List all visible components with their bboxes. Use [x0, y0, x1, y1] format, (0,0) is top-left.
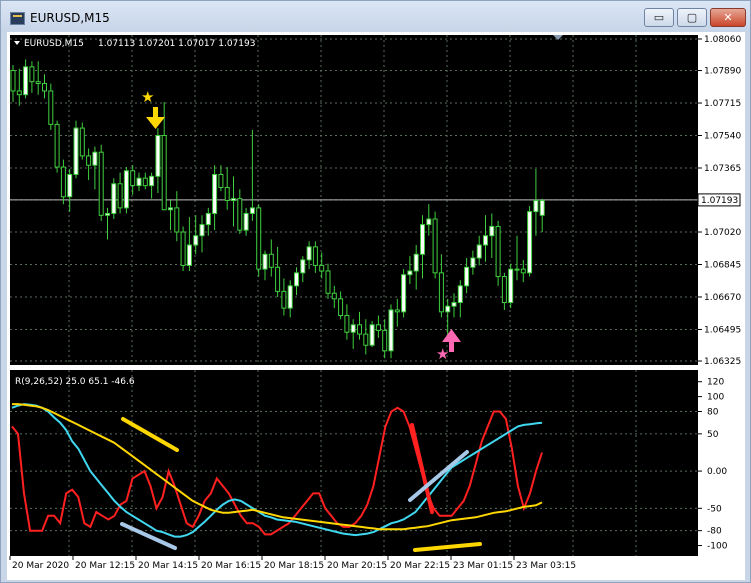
price-tick-label-9: 1.06495	[704, 325, 741, 335]
price-tick-label-4: 1.07365	[704, 164, 741, 174]
candle[interactable]	[508, 263, 514, 309]
candle[interactable]	[369, 321, 375, 348]
price-tick-label-3: 1.07540	[704, 132, 741, 142]
ind-tick-label-5: -50	[707, 504, 722, 514]
window-title: EURUSD,M15	[30, 11, 110, 25]
chart-window: EURUSD,M15 ▭ ▢ ✕ ★ ★ EURUSD,M15 1.07113 …	[0, 0, 751, 583]
ind-tick-label-3: 50	[707, 430, 719, 440]
ind-tick-label-6: -80	[707, 527, 722, 537]
maximize-icon: ▢	[686, 11, 698, 24]
time-tick-label-8: 23 Mar 03:15	[516, 561, 576, 571]
time-tick-label-7: 23 Mar 01:15	[453, 561, 513, 571]
ind-tick-label-2: 80	[707, 408, 719, 418]
price-tick-label-1: 1.07890	[704, 67, 741, 77]
close-icon: ✕	[723, 11, 733, 24]
price-panel-header: EURUSD,M15 1.07113 1.07201 1.07017 1.071…	[14, 39, 255, 49]
candle[interactable]	[123, 167, 129, 214]
star-icon: ★	[141, 88, 154, 106]
price-tick-label-0: 1.08060	[704, 35, 741, 45]
candle[interactable]	[388, 304, 394, 359]
price-tick-label-10: 1.06325	[704, 357, 741, 367]
indicator-panel[interactable]	[10, 370, 698, 556]
time-tick-label-4: 20 Mar 18:15	[264, 561, 324, 571]
candle[interactable]	[79, 122, 85, 160]
close-button[interactable]: ✕	[710, 8, 746, 27]
ind-tick-label-4: 0.00	[707, 467, 727, 477]
candle[interactable]	[98, 144, 104, 221]
time-tick-label-5: 20 Mar 20:15	[327, 561, 387, 571]
chart-area[interactable]: ★ ★ EURUSD,M15 1.07113 1.07201 1.07017 1…	[7, 32, 745, 580]
candle[interactable]	[432, 211, 438, 279]
price-tick-label-7: 1.06845	[704, 260, 741, 270]
time-tick-label-2: 20 Mar 14:15	[138, 561, 198, 571]
price-tick-label-8: 1.06670	[704, 293, 741, 303]
ind-tick-label-7: -100	[707, 542, 728, 552]
maximize-button[interactable]: ▢	[677, 8, 707, 27]
candle[interactable]	[495, 220, 501, 286]
ind-tick-label-1: 100	[707, 393, 724, 403]
current-price-tag: 1.07193	[697, 193, 741, 207]
candle[interactable]	[111, 178, 117, 220]
ind-tick-label-0: 120	[707, 378, 724, 388]
time-tick-label-1: 20 Mar 12:15	[75, 561, 135, 571]
minimize-icon: ▭	[653, 11, 665, 24]
ohlc-label: 1.07113 1.07201 1.07017 1.07193	[98, 39, 255, 49]
time-tick-label-0: 20 Mar 2020	[12, 561, 69, 571]
time-tick-label-3: 20 Mar 16:15	[201, 561, 261, 571]
minimize-button[interactable]: ▭	[644, 8, 674, 27]
candle[interactable]	[54, 120, 60, 173]
star-icon: ★	[436, 345, 449, 363]
symbol-label: EURUSD,M15	[24, 39, 84, 49]
candle[interactable]	[180, 226, 186, 271]
candle[interactable]	[48, 83, 54, 130]
window-titlebar[interactable]: EURUSD,M15 ▭ ▢ ✕	[1, 1, 750, 33]
current-price-text: 1.07193	[701, 196, 738, 206]
chart-window-icon	[10, 12, 25, 25]
price-tick-label-2: 1.07715	[704, 99, 741, 109]
price-tick-label-6: 1.07020	[704, 228, 741, 238]
candle[interactable]	[256, 204, 262, 277]
time-tick-label-6: 20 Mar 22:15	[390, 561, 450, 571]
candle[interactable]	[527, 206, 533, 277]
candle[interactable]	[73, 120, 79, 179]
indicator-label: R(9,26,52) 25.0 65.1 -46.6	[15, 377, 135, 387]
candle[interactable]	[401, 269, 407, 318]
